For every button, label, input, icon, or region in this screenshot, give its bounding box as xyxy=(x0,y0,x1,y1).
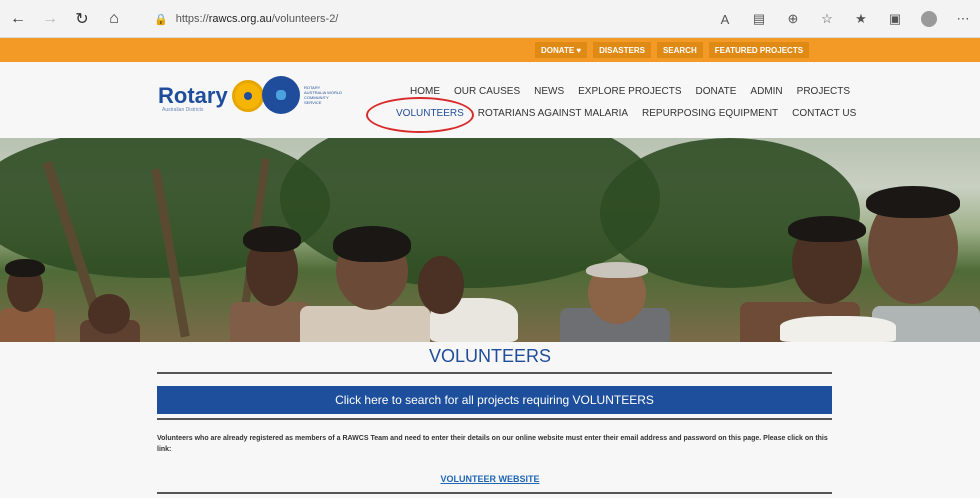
profile-icon[interactable] xyxy=(912,6,946,32)
url-path: /volunteers-2/ xyxy=(271,13,339,25)
collections-icon[interactable]: ▣ xyxy=(878,6,912,32)
globe-icon xyxy=(262,76,300,114)
zoom-icon[interactable]: ⊕ xyxy=(776,6,810,32)
nav-admin[interactable]: ADMIN xyxy=(750,86,782,97)
hero-photo xyxy=(0,138,980,342)
avatar xyxy=(921,11,937,27)
favorites-icon[interactable]: ★ xyxy=(844,6,878,32)
browser-actions: A ▤ ⊕ ☆ ★ ▣ ⋯ xyxy=(708,6,980,32)
volunteer-instructions: Volunteers who are already registered as… xyxy=(157,435,828,453)
page-title: VOLUNTEERS xyxy=(428,346,552,366)
more-icon[interactable]: ⋯ xyxy=(946,6,980,32)
top-links: DONATE ♥ DISASTERS SEARCH FEATURED PROJE… xyxy=(535,42,810,58)
site-header xyxy=(0,62,980,138)
content-divider xyxy=(157,418,832,420)
top-link-search[interactable]: SEARCH xyxy=(656,42,703,58)
nav-our-causes[interactable]: OUR CAUSES xyxy=(454,86,520,97)
back-icon[interactable]: ← xyxy=(4,5,32,33)
browser-toolbar: ← → ↻ ⌂ 🔒 https:// rawcs.org.au /volunte… xyxy=(0,0,980,38)
home-icon[interactable]: ⌂ xyxy=(100,5,128,33)
forward-icon[interactable]: → xyxy=(36,5,64,33)
address-bar[interactable]: 🔒 https:// rawcs.org.au /volunteers-2/ xyxy=(154,7,338,31)
top-link-donate[interactable]: DONATE ♥ xyxy=(535,42,588,58)
rawcs-logo[interactable]: ROTARY AUSTRALIA WORLD COMMUNITY SERVICE xyxy=(262,76,342,114)
rotary-wheel-icon xyxy=(231,80,264,112)
rotary-logo-text: Rotary xyxy=(158,83,228,108)
url-prefix: https:// xyxy=(175,13,209,25)
top-link-disasters[interactable]: DISASTERS xyxy=(593,42,651,58)
top-link-featured-projects[interactable]: FEATURED PROJECTS xyxy=(708,42,810,58)
nav-projects[interactable]: PROJECTS xyxy=(797,86,850,97)
nav-rotarians-against-malaria[interactable]: ROTARIANS AGAINST MALARIA xyxy=(478,108,628,119)
nav-donate[interactable]: DONATE xyxy=(695,86,736,97)
url-domain: rawcs.org.au xyxy=(208,13,272,25)
search-volunteer-projects-button[interactable]: Click here to search for all projects re… xyxy=(157,386,832,414)
nav-home[interactable]: HOME xyxy=(410,86,440,97)
top-utility-strip xyxy=(0,38,980,62)
volunteer-website-link[interactable]: VOLUNTEER WEBSITE xyxy=(0,474,980,484)
reader-view-icon[interactable]: ▤ xyxy=(742,6,776,32)
main-navigation: HOME OUR CAUSES NEWS EXPLORE PROJECTS DO… xyxy=(410,86,850,97)
favorite-icon[interactable]: ☆ xyxy=(810,6,844,32)
volunteers-annotation-circle xyxy=(366,97,474,133)
nav-explore-projects[interactable]: EXPLORE PROJECTS xyxy=(578,86,681,97)
rotary-logo-subtitle: Australian Districts xyxy=(162,107,204,113)
read-aloud-icon[interactable]: A xyxy=(708,6,742,32)
nav-news[interactable]: NEWS xyxy=(534,86,564,97)
bottom-divider xyxy=(157,492,832,494)
nav-repurposing-equipment[interactable]: REPURPOSING EQUIPMENT xyxy=(642,108,778,119)
title-divider xyxy=(157,372,832,374)
nav-contact-us[interactable]: CONTACT US xyxy=(792,108,856,119)
lock-icon: 🔒 xyxy=(154,13,168,26)
rawcs-logo-text: ROTARY AUSTRALIA WORLD COMMUNITY SERVICE xyxy=(304,85,343,105)
reload-icon[interactable]: ↻ xyxy=(68,5,96,33)
